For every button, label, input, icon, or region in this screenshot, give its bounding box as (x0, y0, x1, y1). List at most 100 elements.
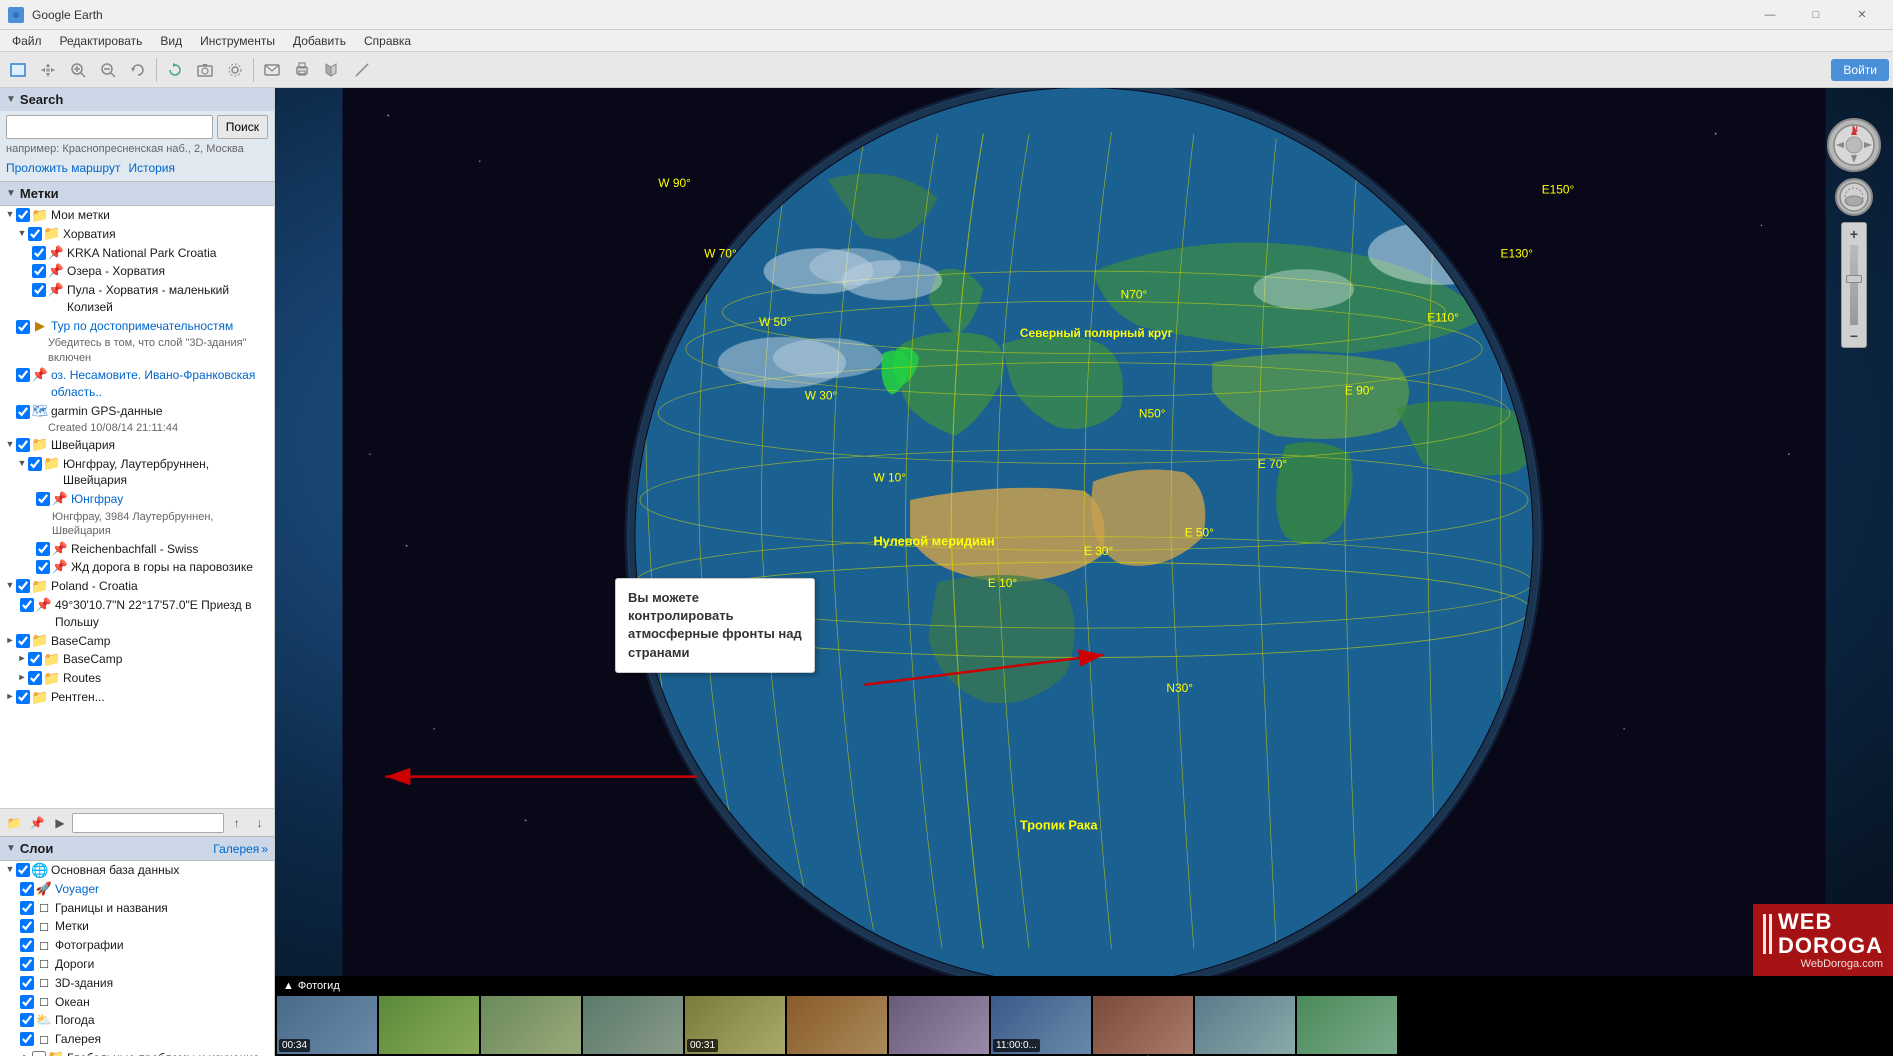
signin-button[interactable]: Войти (1831, 59, 1889, 81)
svg-text:N50°: N50° (1139, 407, 1166, 421)
zoom-out-button[interactable]: − (1842, 325, 1866, 347)
photo-item[interactable]: Польша (481, 996, 581, 1056)
tree-item[interactable]: 🗺 garmin GPS-данные Created 10/08/14 21:… (0, 402, 274, 436)
tree-item[interactable]: 🚀 Voyager (0, 880, 274, 899)
tree-item[interactable]: □ Галерея (0, 1030, 274, 1049)
tree-item[interactable]: ▼ 📁 Швейцария (0, 436, 274, 455)
photo-item[interactable]: Украина (583, 996, 683, 1056)
photo-item[interactable]: Нортерн Зеролин ... (379, 996, 479, 1056)
route-link[interactable]: Проложить маршрут (6, 161, 120, 175)
expand-strip-icon[interactable]: ▲ (283, 980, 294, 992)
move-down-btn[interactable]: ↓ (249, 812, 270, 834)
tree-item[interactable]: ► 📁 BaseCamp (0, 632, 274, 651)
tree-item[interactable]: ► 📁 Глобальные проблемы и изучение окруж… (0, 1049, 274, 1056)
tree-item[interactable]: ▼ 📁 Хорватия (0, 225, 274, 244)
tree-item[interactable]: ▼ 📁 Мои метки (0, 206, 274, 225)
tree-item[interactable]: 📌 Жд дорога в горы на паровозике (0, 558, 274, 577)
toolbar-btn-camera[interactable] (191, 56, 219, 84)
tree-item[interactable]: □ Океан (0, 993, 274, 1012)
menu-view[interactable]: Вид (152, 32, 190, 50)
photo-item[interactable]: 11:00:0... Понтик Стип... (991, 996, 1091, 1056)
photo-item[interactable]: Малая Азия (1195, 996, 1295, 1056)
photo-item[interactable]: 00:31 Париж (685, 996, 785, 1056)
toolbar-btn-measure[interactable] (348, 56, 376, 84)
places-toggle[interactable]: ▼ (6, 188, 16, 199)
tour-btn[interactable]: ▶ (50, 812, 71, 834)
menu-add[interactable]: Добавить (285, 32, 354, 50)
photo-item[interactable]: Финляндия (1297, 996, 1397, 1056)
toolbar-btn-rotate[interactable] (124, 56, 152, 84)
tree-item[interactable]: 📌 Озера - Хорватия (0, 262, 274, 281)
annotation-text: Вы можете контролировать атмосферные фро… (628, 589, 802, 662)
toolbar-btn-zoom-in[interactable] (64, 56, 92, 84)
zoom-control[interactable]: + − (1841, 222, 1867, 348)
search-button[interactable]: Поиск (217, 115, 268, 139)
menu-file[interactable]: Файл (4, 32, 50, 50)
photo-item[interactable]: Турция (787, 996, 887, 1056)
layers-toggle[interactable]: ▼ (6, 843, 16, 854)
tree-item[interactable]: □ Дороги (0, 955, 274, 974)
minimize-button[interactable]: — (1747, 0, 1793, 30)
borders-icon: □ (36, 900, 52, 916)
zoom-in-button[interactable]: + (1842, 223, 1866, 245)
photo-item[interactable]: Сербия (1093, 996, 1193, 1056)
zoom-thumb[interactable] (1846, 275, 1862, 283)
tree-item[interactable]: 📌 Reichenbachfall - Swiss (0, 540, 274, 559)
svg-text:N: N (1852, 125, 1858, 134)
gallery-btn[interactable]: Галерея » (213, 842, 268, 856)
svg-text:E110°: E110° (1427, 310, 1459, 324)
buildings-icon: □ (36, 975, 52, 991)
tree-item[interactable]: 📌 оз. Несамовите. Ивано-Франковская обла… (0, 366, 274, 402)
menu-help[interactable]: Справка (356, 32, 419, 50)
tree-item[interactable]: □ Метки (0, 917, 274, 936)
toolbar-btn-mail[interactable] (258, 56, 286, 84)
app-icon (8, 7, 24, 23)
menubar: Файл Редактировать Вид Инструменты Добав… (0, 30, 1893, 52)
menu-tools[interactable]: Инструменты (192, 32, 283, 50)
menu-edit[interactable]: Редактировать (52, 32, 151, 50)
tree-item[interactable]: ⛅ Погода (0, 1011, 274, 1030)
tree-item[interactable]: □ 3D-здания (0, 974, 274, 993)
search-input[interactable] (6, 115, 213, 139)
tilt-control[interactable] (1835, 178, 1873, 216)
move-up-btn[interactable]: ↑ (226, 812, 247, 834)
history-link[interactable]: История (128, 161, 175, 175)
tree-item[interactable]: ▼ 📁 Юнгфрау, Лаутербруннен, Швейцария (0, 455, 274, 491)
toolbar-btn-view[interactable] (4, 56, 32, 84)
map-area[interactable]: W 90° E150° W 70° E130° W 50° N70° E110°… (275, 88, 1893, 1056)
tree-item[interactable]: ▼ 📁 Poland - Croatia (0, 577, 274, 596)
tree-item[interactable]: ▶ Тур по достопримечательностям Убедитес… (0, 317, 274, 366)
tree-item[interactable]: ► 📁 Рентген... (0, 688, 274, 707)
tree-item[interactable]: □ Фотографии (0, 936, 274, 955)
folder-icon: 📁 (44, 226, 60, 242)
tree-item[interactable]: 📌 49°30'10.7"N 22°17'57.0"E Приезд в Пол… (0, 596, 274, 632)
tree-item[interactable]: □ Границы и названия (0, 899, 274, 918)
tree-item[interactable]: ▼ 🌐 Основная база данных (0, 861, 274, 880)
toolbar-btn-refresh[interactable] (161, 56, 189, 84)
toolbar-btn-zoom-out[interactable] (94, 56, 122, 84)
photo-item[interactable]: 00:34 Мюнхен (277, 996, 377, 1056)
tree-item[interactable]: 📌 Юнгфрау (0, 490, 274, 509)
tree-item[interactable]: ► 📁 BaseCamp (0, 650, 274, 669)
folder-icon: 📁 (32, 437, 48, 453)
tree-item[interactable]: ► 📁 Routes (0, 669, 274, 688)
new-folder-btn[interactable]: 📁 (4, 812, 25, 834)
toolbar-btn-map[interactable] (318, 56, 346, 84)
photo-item[interactable]: Италия (889, 996, 989, 1056)
folder-icon: 📁 (32, 689, 48, 705)
search-toggle[interactable]: ▼ (6, 94, 16, 105)
places-search-input[interactable] (72, 813, 224, 833)
tree-item[interactable]: 📌 Пула - Хорватия - маленький Колизей (0, 281, 274, 317)
maximize-button[interactable]: □ (1793, 0, 1839, 30)
toolbar-btn-print[interactable] (288, 56, 316, 84)
new-place-btn[interactable]: 📌 (27, 812, 48, 834)
toolbar-btn-pan[interactable] (34, 56, 62, 84)
folder-icon: 📁 (32, 578, 48, 594)
toolbar-btn-settings[interactable] (221, 56, 249, 84)
compass-control[interactable]: N (1827, 118, 1881, 172)
close-button[interactable]: ✕ (1839, 0, 1885, 30)
tree-item[interactable]: 📌 KRKA National Park Croatia (0, 244, 274, 263)
svg-text:N30°: N30° (1166, 681, 1193, 695)
zoom-track[interactable] (1850, 245, 1858, 325)
earth-globe[interactable]: W 90° E150° W 70° E130° W 50° N70° E110°… (275, 88, 1893, 976)
